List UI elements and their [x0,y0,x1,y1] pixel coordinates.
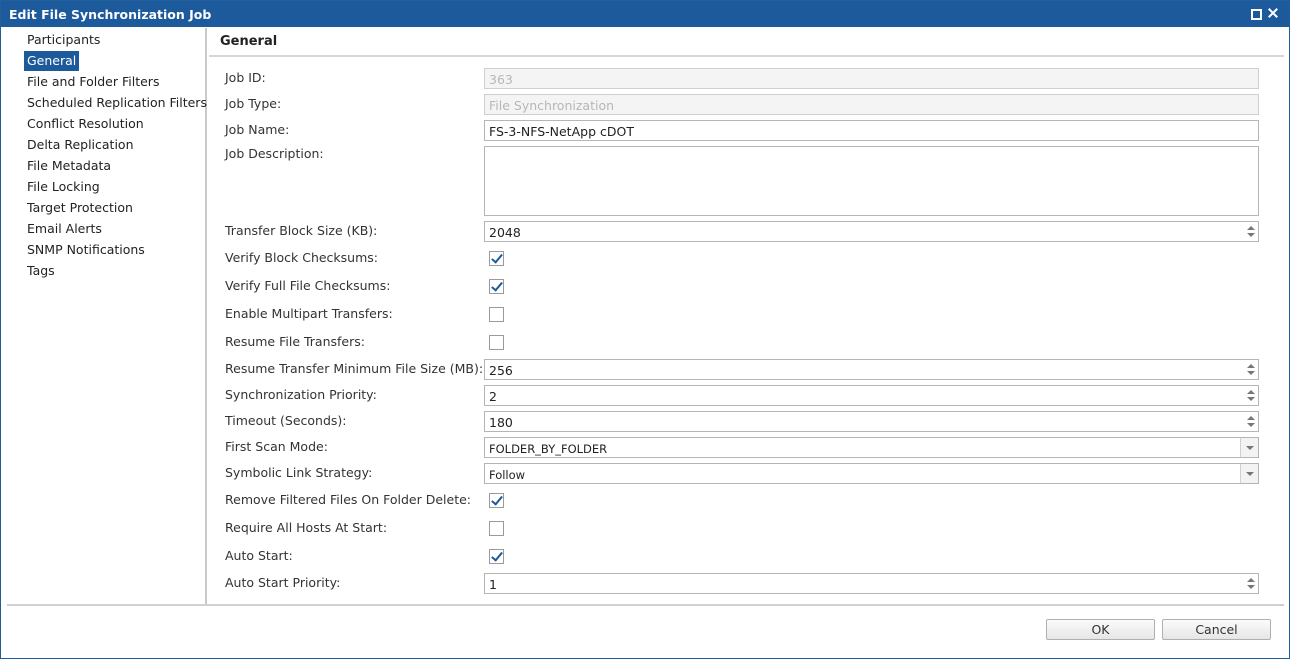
close-icon[interactable] [1266,6,1280,20]
transfer-block-size-spinner[interactable]: 2048 [484,221,1259,242]
synchronization-priority-spinner[interactable]: 2 [484,385,1259,406]
job-id-label: Job ID: [225,70,266,85]
spinner-arrows-icon[interactable] [1245,576,1256,591]
require-all-hosts-checkbox[interactable] [489,521,504,536]
chevron-down-icon[interactable] [1240,464,1258,483]
section-title: General [220,34,278,49]
resume-min-file-size-spinner[interactable]: 256 [484,359,1259,380]
sidebar-item-conflict-resolution[interactable]: Conflict Resolution [24,114,147,134]
transfer-block-size-value: 2048 [489,225,521,240]
sidebar-item-snmp-notifications[interactable]: SNMP Notifications [24,240,148,260]
verify-block-checksums-label: Verify Block Checksums: [225,250,379,265]
general-panel: General Job ID: 363 Job Type: File Synch… [209,28,1284,604]
enable-multipart-transfers-checkbox[interactable] [489,307,504,322]
auto-start-label: Auto Start: [225,548,293,563]
verify-full-file-checksums-label: Verify Full File Checksums: [225,278,391,293]
job-name-input[interactable]: FS-3-NFS-NetApp cDOT [484,120,1259,141]
job-id-field: 363 [484,68,1259,89]
resume-file-transfers-checkbox[interactable] [489,335,504,350]
auto-start-checkbox[interactable] [489,549,504,564]
first-scan-mode-value: FOLDER_BY_FOLDER [489,442,608,456]
sidebar-item-general[interactable]: General [24,51,80,71]
sidebar-item-email-alerts[interactable]: Email Alerts [24,219,105,239]
dialog-title: Edit File Synchronization Job [9,7,212,22]
sidebar-item-scheduled-replication-filters[interactable]: Scheduled Replication Filters [24,93,210,113]
sidebar-item-tags[interactable]: Tags [24,261,58,281]
auto-start-priority-label: Auto Start Priority: [225,575,341,590]
sidebar-item-file-locking[interactable]: File Locking [24,177,103,197]
dialog-window: Edit File Synchronization Job Participan… [0,0,1290,659]
job-name-label: Job Name: [225,122,290,137]
symbolic-link-strategy-select[interactable]: Follow [484,463,1259,484]
remove-filtered-files-checkbox[interactable] [489,493,504,508]
chevron-down-icon[interactable] [1240,438,1258,457]
auto-start-priority-spinner[interactable]: 1 [484,573,1259,594]
timeout-label: Timeout (Seconds): [225,413,347,428]
sidebar-item-delta-replication[interactable]: Delta Replication [24,135,137,155]
spinner-arrows-icon[interactable] [1245,224,1256,239]
resume-min-file-size-value: 256 [489,363,513,378]
sidebar-item-file-folder-filters[interactable]: File and Folder Filters [24,72,162,92]
job-type-field: File Synchronization [484,94,1259,115]
section-divider [209,55,1284,57]
synchronization-priority-label: Synchronization Priority: [225,387,377,402]
job-description-label: Job Description: [225,146,324,161]
first-scan-mode-select[interactable]: FOLDER_BY_FOLDER [484,437,1259,458]
ok-button[interactable]: OK [1046,619,1155,640]
footer-divider [7,604,1284,606]
title-bar[interactable]: Edit File Synchronization Job [1,1,1289,27]
verify-block-checksums-checkbox[interactable] [489,251,504,266]
sidebar-item-participants[interactable]: Participants [24,30,103,50]
verify-full-file-checksums-checkbox[interactable] [489,279,504,294]
spinner-arrows-icon[interactable] [1245,362,1256,377]
settings-sidebar: Participants General File and Folder Fil… [7,28,207,604]
maximize-icon[interactable] [1249,6,1263,20]
enable-multipart-transfers-label: Enable Multipart Transfers: [225,306,393,321]
timeout-value: 180 [489,415,513,430]
first-scan-mode-label: First Scan Mode: [225,439,328,454]
resume-min-file-size-label: Resume Transfer Minimum File Size (MB): [225,361,484,376]
spinner-arrows-icon[interactable] [1245,388,1256,403]
sidebar-item-target-protection[interactable]: Target Protection [24,198,136,218]
job-description-textarea[interactable] [484,146,1259,216]
transfer-block-size-label: Transfer Block Size (KB): [225,223,378,238]
timeout-spinner[interactable]: 180 [484,411,1259,432]
sidebar-item-file-metadata[interactable]: File Metadata [24,156,114,176]
require-all-hosts-label: Require All Hosts At Start: [225,520,388,535]
job-type-label: Job Type: [225,96,282,111]
cancel-button[interactable]: Cancel [1162,619,1271,640]
remove-filtered-files-label: Remove Filtered Files On Folder Delete: [225,492,472,507]
synchronization-priority-value: 2 [489,389,497,404]
symbolic-link-strategy-label: Symbolic Link Strategy: [225,465,373,480]
auto-start-priority-value: 1 [489,577,497,592]
symbolic-link-strategy-value: Follow [489,468,526,482]
resume-file-transfers-label: Resume File Transfers: [225,334,365,349]
spinner-arrows-icon[interactable] [1245,414,1256,429]
